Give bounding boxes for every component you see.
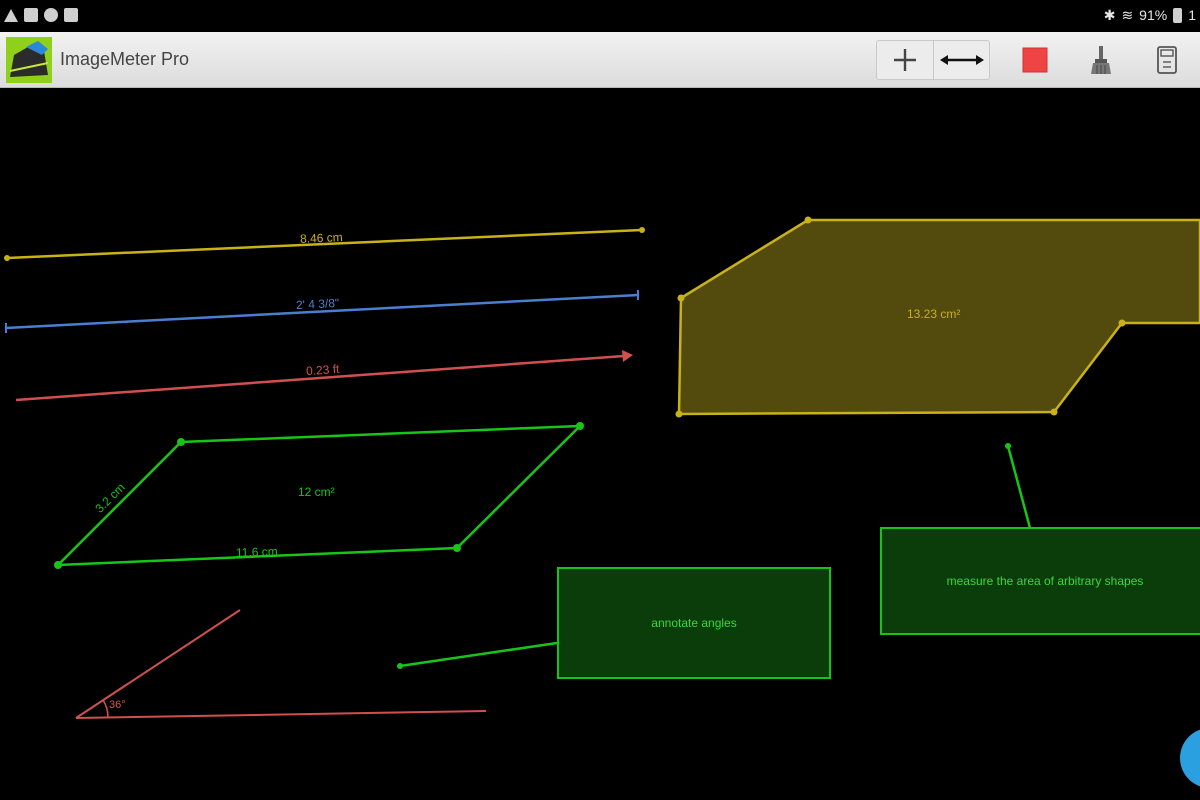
parallelogram-base-label: 11.6 cm	[235, 544, 279, 560]
polygon-area-label: 13.23 cm²	[907, 307, 961, 321]
area-callout-connector	[1005, 443, 1032, 529]
red-line-label: 0.23 ft	[305, 361, 340, 379]
tool-group	[876, 40, 990, 80]
annotate-angles-text: annotate angles	[651, 616, 737, 630]
red-angle[interactable]	[75, 609, 487, 719]
measure-arrow-button[interactable]	[933, 41, 989, 79]
briefcase-icon	[64, 8, 78, 22]
add-icon	[894, 49, 916, 71]
angle-label: 36°	[109, 699, 126, 711]
parallelogram-area-label: 12 cm²	[298, 485, 335, 499]
brush-button[interactable]	[1068, 32, 1134, 88]
warning-icon	[4, 8, 18, 22]
app-title: ImageMeter Pro	[60, 49, 190, 69]
messenger-icon	[44, 8, 58, 22]
battery-icon	[1173, 7, 1183, 23]
bluetooth-icon: ✱	[1103, 6, 1116, 23]
yellow-line-label: 8.46 cm	[299, 230, 343, 246]
battery-percent: 91%	[1139, 7, 1168, 23]
app-bar: ImageMeter Pro	[0, 32, 1200, 88]
status-left-icons	[4, 8, 78, 22]
toolbar	[876, 32, 1200, 88]
color-swatch-button[interactable]	[1002, 32, 1068, 88]
color-swatch-icon	[1022, 47, 1048, 73]
blue-line-label: 2' 4 3/8"	[295, 295, 340, 313]
calculator-button[interactable]	[1134, 32, 1200, 88]
add-button[interactable]	[877, 41, 933, 79]
area-shapes-callout[interactable]: measure the area of arbitrary shapes	[880, 527, 1200, 635]
annotation-layer	[4, 216, 1200, 719]
angle-callout-connector	[397, 641, 558, 669]
annotate-angles-callout[interactable]: annotate angles	[557, 567, 831, 679]
status-bar: ✱ ≋ 91% 1	[0, 0, 1200, 30]
app-logo-icon	[6, 36, 52, 83]
status-trailing: 1	[1188, 7, 1196, 23]
brush-icon	[1091, 46, 1111, 74]
measure-arrow-icon	[939, 55, 984, 65]
calculator-icon	[1157, 46, 1177, 74]
wifi-icon: ≋	[1121, 6, 1134, 23]
gallery-icon	[24, 8, 38, 22]
area-shapes-text: measure the area of arbitrary shapes	[946, 574, 1144, 588]
status-right-icons: ✱ ≋ 91% 1	[1104, 7, 1196, 24]
measurement-canvas[interactable]: 8.46 cm 2' 4 3/8" 0.23 ft 12 cm² 3.2 cm …	[0, 89, 1200, 800]
